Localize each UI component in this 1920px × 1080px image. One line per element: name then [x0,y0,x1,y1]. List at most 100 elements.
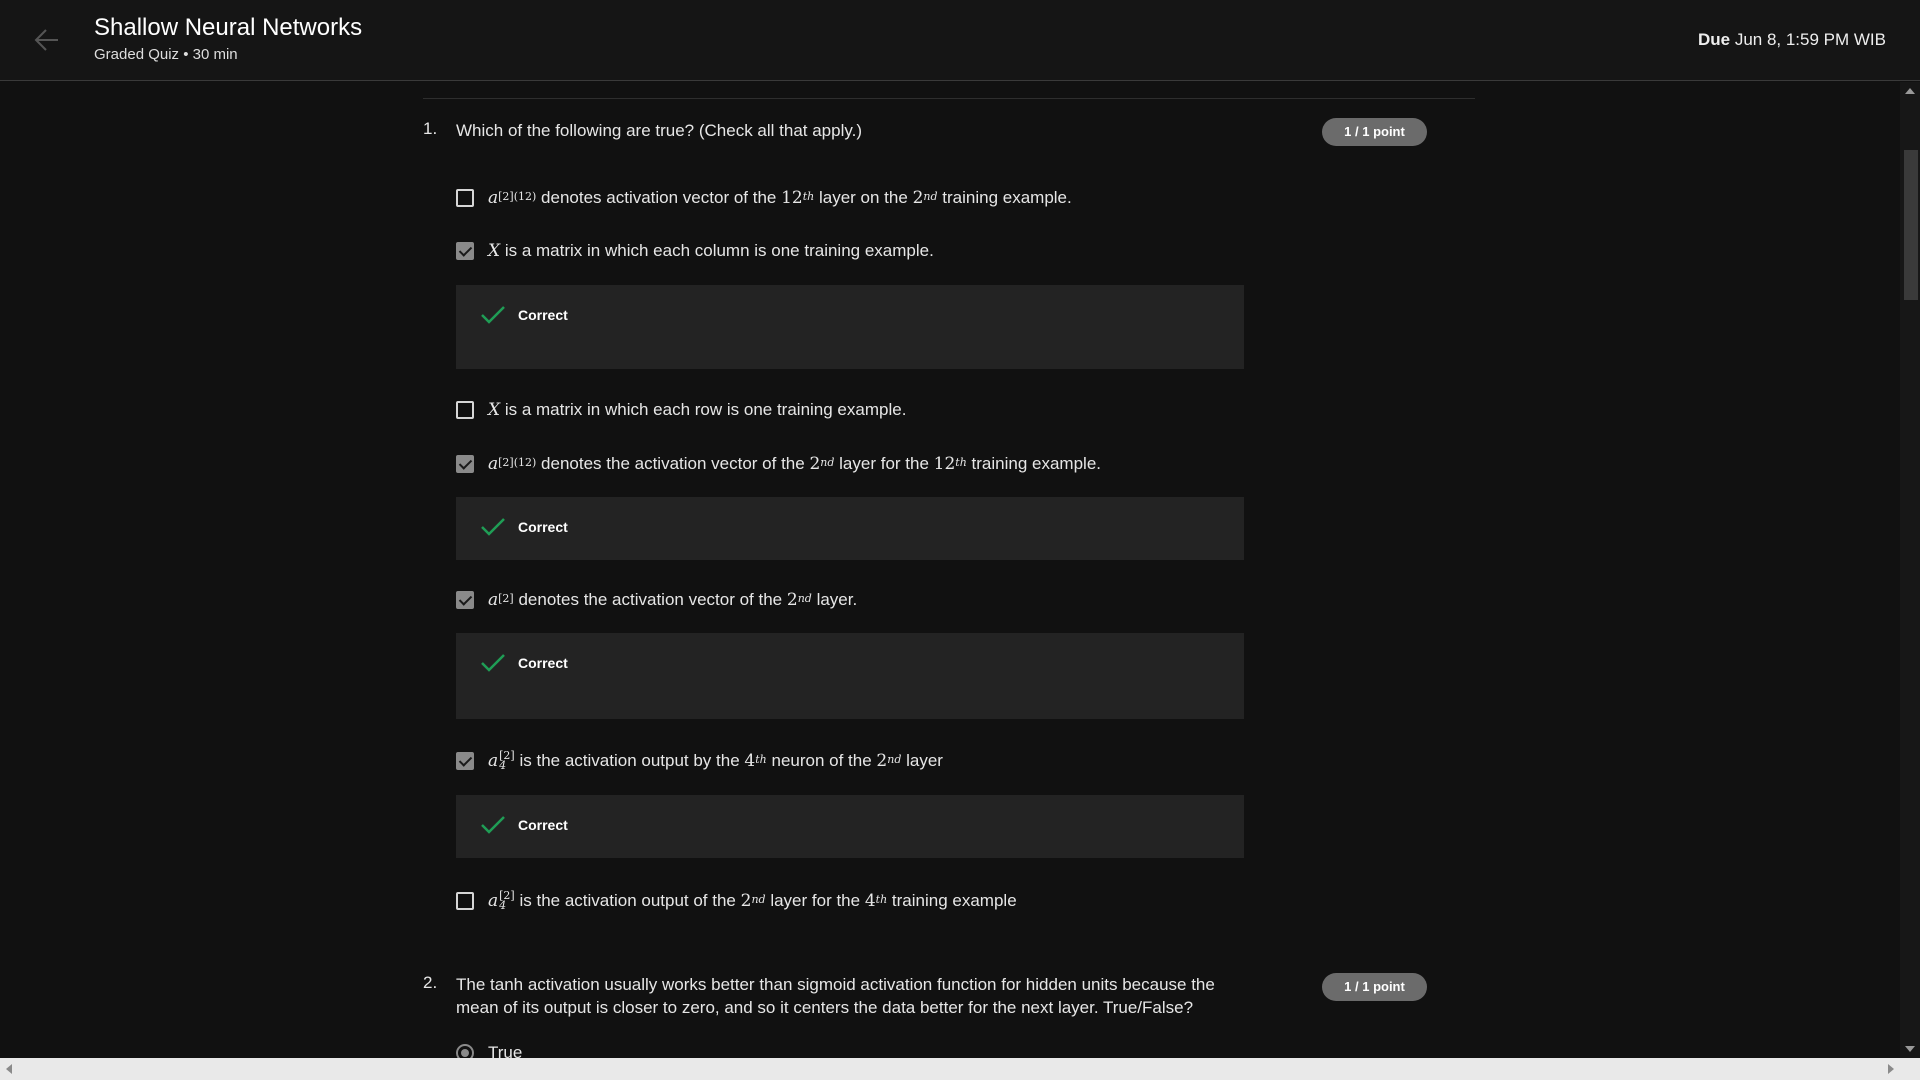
math-sub-superscript: [2] 4 [499,750,515,772]
math-number: 4 [864,891,876,911]
math-superscript: nd [751,892,766,906]
math-number: 2 [740,891,752,911]
math-superscript: th [802,189,815,203]
math-symbol: a [488,891,499,911]
math-number: 4 [744,751,756,771]
answer-option[interactable]: a [2] 4 is the activation output of the 2n… [456,888,1017,914]
math-number: 2 [912,188,924,208]
quiz-content: 1. Which of the following are true? (Che… [0,82,1900,1058]
vertical-scrollbar[interactable] [1900,82,1920,1058]
math-number: 12 [933,454,956,474]
feedback-panel: Correct [456,633,1244,719]
scrollbar-corner [1900,1058,1920,1080]
check-icon [481,306,505,324]
math-superscript: nd [923,189,938,203]
option-text: True [488,1043,523,1058]
math-superscript: nd [797,591,812,605]
math-number: 2 [876,751,888,771]
due-value: Jun 8, 1:59 PM WIB [1734,30,1886,49]
math-symbol: a [488,188,499,208]
option-text: is the activation output by the [519,751,740,770]
math-superscript: nd [820,455,835,469]
answer-option[interactable]: a [2] denotes the activation vector of th… [456,587,857,613]
scroll-up-arrow-icon[interactable] [1905,88,1915,94]
math-subscript: 4 [499,759,507,772]
scrollbar-thumb[interactable] [1904,150,1918,300]
checkbox[interactable] [456,892,474,910]
question-text: Which of the following are true? (Check … [456,121,862,140]
scroll-right-arrow-icon[interactable] [1888,1064,1894,1074]
checkbox-checked[interactable] [456,591,474,609]
option-text: neuron of the [771,751,872,770]
radio-selected[interactable] [456,1044,474,1058]
math-number: 2 [809,454,821,474]
answer-option[interactable]: True [456,1040,522,1058]
option-text: layer [906,751,943,770]
checkbox-checked[interactable] [456,752,474,770]
quiz-meta: Graded Quiz • 30 min [94,46,238,63]
back-arrow-icon[interactable] [28,22,68,58]
math-superscript: [2](12) [498,455,537,469]
feedback-panel: Correct [456,795,1244,858]
option-text: is a matrix in which each column is one … [504,241,934,260]
answer-option[interactable]: X is a matrix in which each row is one t… [456,397,906,423]
option-text: layer for the [839,454,929,473]
check-icon [481,518,505,536]
divider [423,98,1475,99]
answer-option[interactable]: a [2] 4 is the activation output by the 4t… [456,748,943,774]
feedback-label: Correct [518,655,568,671]
math-superscript: [2](12) [498,189,537,203]
feedback-label: Correct [518,307,568,323]
math-subscript: 4 [499,899,507,912]
checkbox[interactable] [456,401,474,419]
option-text: layer on the [818,188,908,207]
option-text: training example [891,891,1017,910]
points-badge: 1 / 1 point [1322,973,1427,1001]
check-icon [481,654,505,672]
math-superscript: th [875,892,888,906]
option-text: layer for the [770,891,861,910]
math-sub-superscript: [2] 4 [499,890,515,912]
option-text: training example. [942,188,1072,207]
scroll-down-arrow-icon[interactable] [1905,1046,1915,1052]
question-text: The tanh activation usually works better… [456,975,1215,1017]
feedback-panel: Correct [456,497,1244,560]
option-text: denotes activation vector of the [541,188,777,207]
math-number: 12 [781,188,803,208]
quiz-header: Shallow Neural Networks Graded Quiz • 30… [0,0,1920,81]
page-title: Shallow Neural Networks [94,14,363,41]
math-superscript: th [755,752,767,766]
points-badge: 1 / 1 point [1322,118,1427,146]
question-number: 1. [423,119,438,138]
math-symbol: X [488,241,501,261]
answer-option[interactable]: a [2](12) denotes the activation vector o… [456,451,1101,477]
checkbox-checked[interactable] [456,242,474,260]
feedback-panel: Correct [456,285,1244,369]
due-label: Due [1697,30,1731,49]
option-text: layer. [816,590,858,609]
math-symbol: a [488,751,499,771]
math-symbol: a [488,454,499,474]
math-superscript: th [955,455,967,469]
math-superscript: nd [887,752,902,766]
answer-option[interactable]: X is a matrix in which each column is on… [456,238,934,264]
check-icon [481,816,505,834]
option-text: denotes the activation vector of the [518,590,783,609]
scroll-left-arrow-icon[interactable] [6,1064,12,1074]
horizontal-scrollbar[interactable] [0,1058,1900,1080]
answer-option[interactable]: a [2](12) denotes activation vector of th… [456,185,1072,211]
math-symbol: a [488,590,499,610]
option-text: is a matrix in which each row is one tra… [504,400,907,419]
option-text: training example. [971,454,1102,473]
question-number: 2. [423,973,438,992]
option-text: is the activation output of the [519,891,736,910]
checkbox[interactable] [456,189,474,207]
feedback-label: Correct [518,817,568,833]
option-text: denotes the activation vector of the [541,454,805,473]
math-number: 2 [786,590,798,610]
math-superscript: [2] [498,591,514,605]
due-date: Due Jun 8, 1:59 PM WIB [1698,30,1886,50]
checkbox-checked[interactable] [456,455,474,473]
math-symbol: X [488,400,501,420]
feedback-label: Correct [518,519,568,535]
